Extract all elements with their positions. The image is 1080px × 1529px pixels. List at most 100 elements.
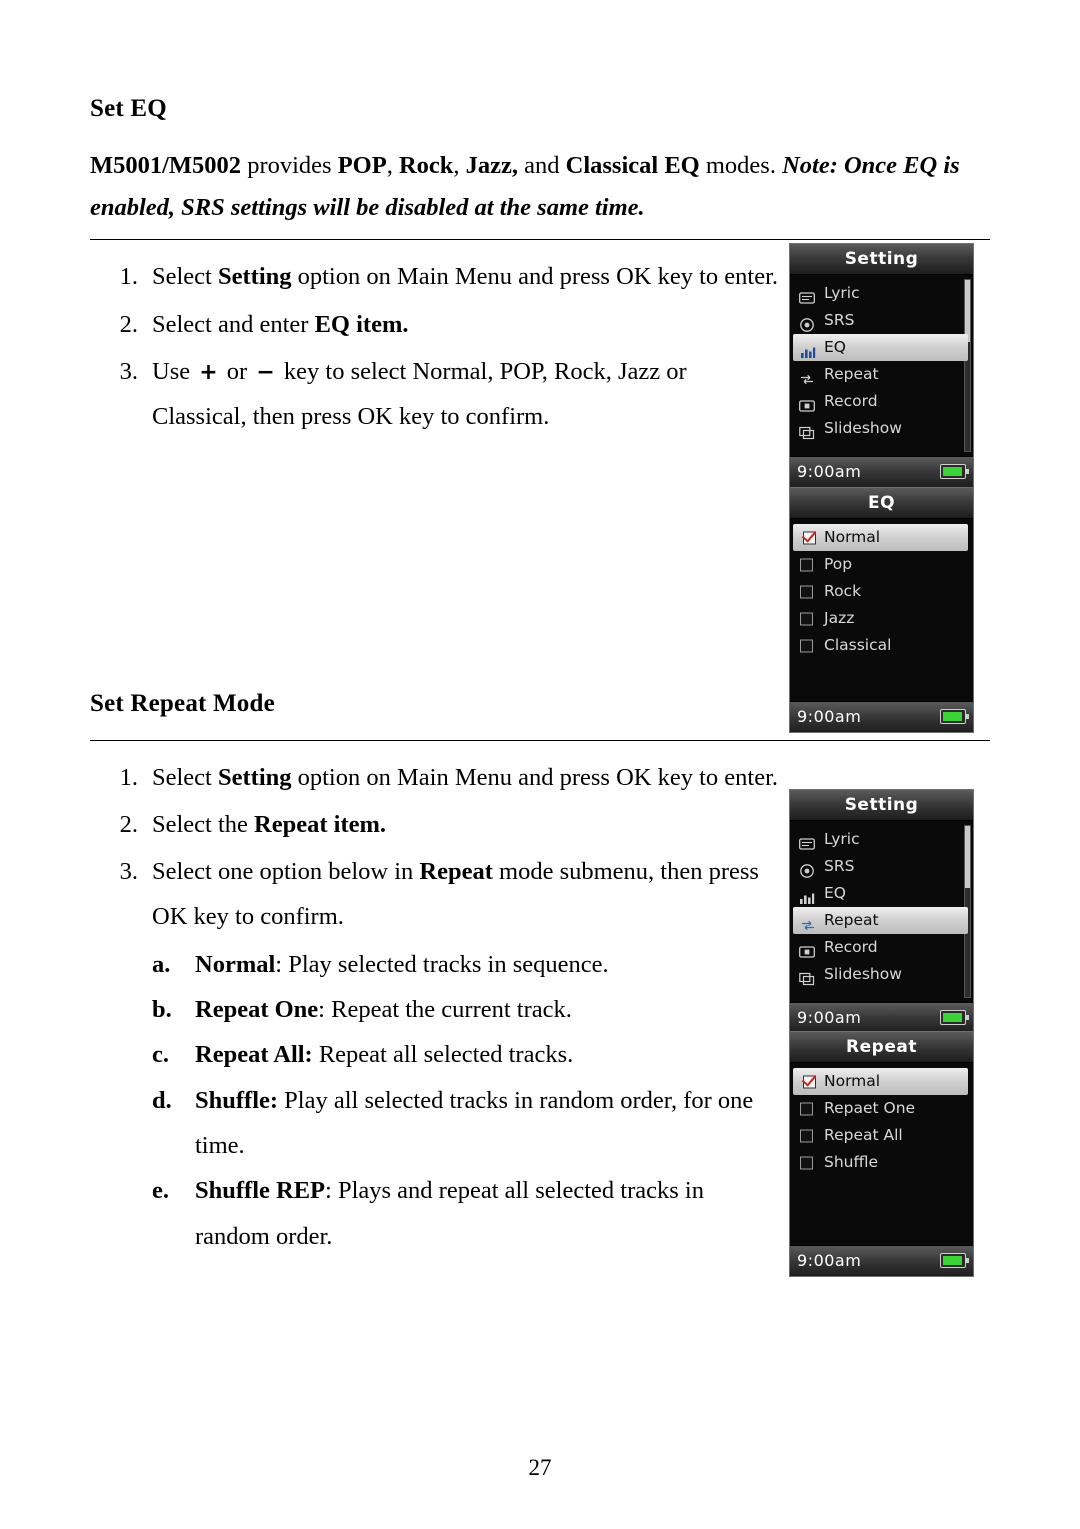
intro-text-2: , xyxy=(386,152,399,179)
menu-item-label: SRS xyxy=(824,857,855,875)
battery-icon xyxy=(940,464,969,479)
menu-item-srs[interactable]: SRS xyxy=(790,853,973,880)
repeat-icon xyxy=(799,368,815,384)
set-eq-step-list: 1. Select Setting option on Main Menu and… xyxy=(90,254,780,439)
option-pop[interactable]: Pop xyxy=(790,551,973,578)
device-screen-repeat: Repeat Normal Repaet One Repeat All Shuf… xyxy=(789,1031,974,1277)
menu-item-eq[interactable]: EQ xyxy=(790,880,973,907)
option-label: Jazz xyxy=(824,609,855,627)
option-label: Normal xyxy=(824,1072,881,1090)
menu-item-label: SRS xyxy=(824,311,855,329)
menu-item-lyric[interactable]: Lyric xyxy=(790,826,973,853)
repeat-icon xyxy=(800,914,816,930)
menu-item-label: EQ xyxy=(824,338,846,356)
screen-menu-list: Lyric SRS EQ Repeat Record Slideshow xyxy=(790,275,973,456)
clock-label: 9:00am xyxy=(797,1008,862,1027)
option-repeat-one[interactable]: Repaet One xyxy=(790,1095,973,1122)
option-label: Repaet One xyxy=(824,1099,916,1117)
clock-label: 9:00am xyxy=(797,1251,862,1270)
substep-letter: d. xyxy=(152,1086,172,1114)
list-item: 3. Use + or − key to select Normal, POP, … xyxy=(90,349,780,440)
manual-page: Set EQ M5001/M5002 provides POP, Rock, J… xyxy=(0,0,1080,1529)
list-item: b. Repeat One: Repeat the current track. xyxy=(90,987,780,1032)
eq-jazz: Jazz, xyxy=(465,152,519,179)
intro-text-1: provides xyxy=(241,152,338,179)
substep-letter: b. xyxy=(152,996,172,1024)
divider-2 xyxy=(90,739,990,741)
checkbox-icon[interactable] xyxy=(800,1156,813,1169)
menu-item-repeat[interactable]: Repeat xyxy=(790,361,973,388)
menu-item-label: Slideshow xyxy=(824,965,902,983)
menu-item-lyric[interactable]: Lyric xyxy=(790,280,973,307)
checkbox-icon[interactable] xyxy=(800,1129,813,1142)
step-text-post: option on Main Menu and press OK key to … xyxy=(291,263,779,291)
substep-letter: a. xyxy=(152,950,171,978)
list-item: e. Shuffle REP: Plays and repeat all sele… xyxy=(90,1168,780,1259)
record-icon xyxy=(799,941,815,958)
step-text-pre: Select the xyxy=(152,810,255,838)
list-item: 2. Select and enter EQ item. xyxy=(90,302,780,347)
intro-paragraph: M5001/M5002 provides POP, Rock, Jazz, an… xyxy=(90,145,990,229)
clock-label: 9:00am xyxy=(797,462,862,481)
menu-item-record[interactable]: Record xyxy=(790,934,973,961)
option-jazz[interactable]: Jazz xyxy=(790,605,973,632)
step-text-pre: Select xyxy=(152,763,218,791)
screen-option-list: Normal Pop Rock Jazz Classical xyxy=(790,519,973,701)
option-normal[interactable]: Normal xyxy=(793,524,968,551)
step-number: 2. xyxy=(119,810,138,838)
step-number: 2. xyxy=(119,310,138,338)
option-classical[interactable]: Classical xyxy=(790,632,973,659)
repeat-options-list: a. Normal: Play selected tracks in sequen… xyxy=(90,942,780,1259)
menu-item-repeat[interactable]: Repeat xyxy=(793,907,968,934)
option-rock[interactable]: Rock xyxy=(790,578,973,605)
option-label: Pop xyxy=(824,555,853,573)
step-number: 3. xyxy=(119,357,138,385)
checkbox-icon[interactable] xyxy=(800,585,813,598)
menu-item-srs[interactable]: SRS xyxy=(790,307,973,334)
menu-item-slideshow[interactable]: Slideshow xyxy=(790,415,973,442)
step-text-post: item. xyxy=(349,310,409,338)
option-shuffle[interactable]: Shuffle xyxy=(790,1149,973,1176)
screen-status-bar: 9:00am xyxy=(790,456,973,487)
screen-title: Setting xyxy=(790,790,973,821)
step-bold: Repeat xyxy=(254,810,328,838)
menu-item-record[interactable]: Record xyxy=(790,388,973,415)
menu-item-eq[interactable]: EQ xyxy=(793,334,968,361)
menu-item-label: Repeat xyxy=(824,911,879,929)
battery-icon xyxy=(940,709,969,724)
checkbox-checked-icon[interactable] xyxy=(803,1075,816,1088)
substep-bold: Repeat All: xyxy=(195,1041,313,1069)
list-item: c. Repeat All: Repeat all selected tracks… xyxy=(90,1032,780,1077)
eq-pop: POP xyxy=(337,152,387,179)
option-repeat-all[interactable]: Repeat All xyxy=(790,1122,973,1149)
step-text-pre: Select and enter xyxy=(152,310,315,338)
option-normal[interactable]: Normal xyxy=(793,1068,968,1095)
srs-icon xyxy=(799,860,815,878)
record-icon xyxy=(799,395,815,412)
lyric-icon xyxy=(799,833,815,850)
eq-icon xyxy=(800,341,816,358)
option-label: Shuffle xyxy=(824,1153,879,1171)
menu-item-slideshow[interactable]: Slideshow xyxy=(790,961,973,988)
list-item: d. Shuffle: Play all selected tracks in r… xyxy=(90,1078,780,1169)
screen-status-bar: 9:00am xyxy=(790,1245,973,1276)
list-item: 2. Select the Repeat item. xyxy=(90,802,780,847)
option-label: Repeat All xyxy=(824,1126,903,1144)
step-bold: EQ xyxy=(314,310,350,338)
checkbox-icon[interactable] xyxy=(800,1102,813,1115)
set-repeat-step-list: 1. Select Setting option on Main Menu and… xyxy=(90,755,780,940)
checkbox-icon[interactable] xyxy=(800,558,813,571)
menu-item-label: Lyric xyxy=(824,830,860,848)
menu-item-label: Slideshow xyxy=(824,419,902,437)
substep-text: Play all selected tracks in random order… xyxy=(195,1086,754,1159)
screen-title: Repeat xyxy=(790,1032,973,1063)
option-label: Normal xyxy=(824,528,881,546)
step-number: 1. xyxy=(119,763,138,791)
checkbox-checked-icon[interactable] xyxy=(803,531,816,544)
list-item: 1. Select Setting option on Main Menu and… xyxy=(90,755,780,800)
substep-bold: Shuffle: xyxy=(195,1086,279,1114)
checkbox-icon[interactable] xyxy=(800,612,813,625)
checkbox-icon[interactable] xyxy=(800,639,813,652)
intro-text-5: modes. xyxy=(699,152,783,179)
clock-label: 9:00am xyxy=(797,707,862,726)
